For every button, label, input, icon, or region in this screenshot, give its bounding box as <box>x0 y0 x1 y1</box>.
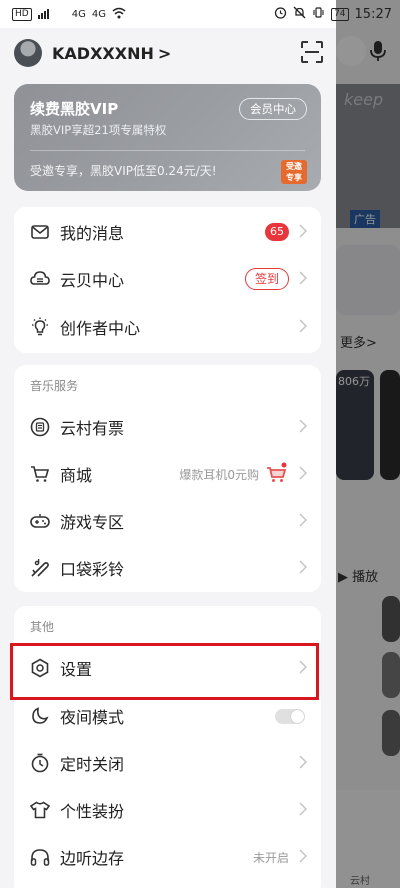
mall-promo-hint: 爆款耳机0元购 <box>179 468 259 482</box>
menu-item-label: 设置 <box>60 659 93 679</box>
member-center-button[interactable]: 会员中心 <box>239 98 307 120</box>
chevron-right-icon <box>299 271 307 285</box>
menu-item-games[interactable]: 游戏专区 <box>14 497 321 544</box>
side-drawer: HD 4G 4G KADXXXNH > 续费黑胶VIP 黑胶VIP享超21项专属… <box>0 0 336 888</box>
tshirt-icon <box>30 800 50 820</box>
chevron-right-icon <box>299 513 307 527</box>
vip-subtitle: 黑胶VIP享超21项专属特权 <box>30 123 167 137</box>
vip-card[interactable]: 续费黑胶VIP 黑胶VIP享超21项专属特权 会员中心 受邀专享，黑胶VIP低至… <box>14 84 321 191</box>
chevron-right-icon <box>299 319 307 333</box>
checkin-button[interactable]: 签到 <box>244 268 289 290</box>
menu-item-label: 创作者中心 <box>60 318 141 338</box>
section-title: 其他 <box>30 620 55 634</box>
profile-chevron-icon: > <box>157 43 172 63</box>
chevron-right-icon <box>299 802 307 816</box>
chevron-right-icon <box>299 419 307 433</box>
menu-item-sleep-timer[interactable]: 定时关闭 <box>14 739 321 786</box>
battery-indicator: 74 <box>331 7 349 21</box>
menu-item-ringtone[interactable]: 口袋彩铃 <box>14 544 321 591</box>
username[interactable]: KADXXXNH <box>52 44 154 63</box>
chevron-right-icon <box>299 755 307 769</box>
ringtone-icon <box>30 558 50 578</box>
status-right: 74 15:27 <box>274 0 400 28</box>
menu-item-creator-center[interactable]: 创作者中心 <box>14 303 321 350</box>
status-left: HD 4G 4G <box>12 0 126 28</box>
user-profile[interactable]: KADXXXNH > <box>14 38 171 68</box>
alarm-icon <box>274 6 287 23</box>
headphones-icon <box>30 847 50 867</box>
scan-icon[interactable] <box>300 40 324 64</box>
menu-item-label: 游戏专区 <box>60 512 125 532</box>
dim-overlay[interactable] <box>336 0 400 888</box>
vip-promo[interactable]: 受邀专享，黑胶VIP低至0.24元/天! <box>30 162 217 179</box>
menu-item-settings[interactable]: 设置 <box>14 644 321 691</box>
listen-save-status: 未开启 <box>252 851 289 865</box>
timer-icon <box>30 753 50 773</box>
settings-icon <box>30 658 50 678</box>
menu-item-theme[interactable]: 个性装扮 <box>14 786 321 833</box>
menu-item-label: 定时关闭 <box>60 754 125 774</box>
network-label-2: 4G <box>91 8 106 20</box>
avatar[interactable] <box>14 39 42 67</box>
chevron-right-icon <box>299 849 307 863</box>
mail-icon <box>30 222 50 242</box>
promo-cart-icon <box>267 462 287 482</box>
message-count-badge: 65 <box>265 223 289 241</box>
menu-item-listen-and-save[interactable]: 边听边存 未开启 <box>14 833 321 880</box>
menu-item-label: 云村有票 <box>60 418 125 438</box>
vip-divider <box>30 150 305 151</box>
wifi-icon <box>112 7 126 22</box>
gamepad-icon <box>30 511 50 531</box>
menu-item-night-mode[interactable]: 夜间模式 <box>14 692 321 739</box>
menu-item-mall[interactable]: 商城 爆款耳机0元购 <box>14 450 321 497</box>
card-music-services: 音乐服务 云村有票 商城 爆款耳机0元购 游戏专区 口袋彩铃 <box>14 365 321 592</box>
network-label: 4G <box>71 8 86 20</box>
lightbulb-icon <box>30 317 50 337</box>
ticket-icon <box>30 417 50 437</box>
vibrate-icon <box>312 6 325 23</box>
chevron-right-icon <box>299 466 307 480</box>
clock: 15:27 <box>354 6 392 22</box>
menu-item-messages[interactable]: 我的消息 65 <box>14 208 321 255</box>
menu-item-cloud-coin[interactable]: 云贝中心 签到 <box>14 255 321 302</box>
moon-icon <box>30 706 50 726</box>
chevron-right-icon <box>299 660 307 674</box>
chevron-right-icon <box>299 224 307 238</box>
night-mode-toggle[interactable] <box>275 709 305 724</box>
cloud-coin-icon <box>30 269 50 289</box>
hd-chip: HD <box>12 7 32 21</box>
vip-badge-line2: 专享 <box>286 173 302 182</box>
card-main: 我的消息 65 云贝中心 签到 创作者中心 <box>14 207 321 353</box>
section-title: 音乐服务 <box>30 379 79 393</box>
vip-badge-line1: 受邀 <box>286 162 302 171</box>
cart-icon <box>30 464 50 484</box>
vip-title: 续费黑胶VIP <box>30 100 119 118</box>
card-other: 其他 设置 夜间模式 定时关闭 个性装扮 边听边存 未开启 <box>14 606 321 888</box>
menu-item-tickets[interactable]: 云村有票 <box>14 403 321 450</box>
menu-item-label: 口袋彩铃 <box>60 559 125 579</box>
signal-icon <box>37 7 66 22</box>
vip-invite-badge: 受邀 专享 <box>281 160 307 184</box>
mute-icon <box>293 6 306 23</box>
chevron-right-icon <box>299 560 307 574</box>
menu-item-label: 个性装扮 <box>60 801 125 821</box>
